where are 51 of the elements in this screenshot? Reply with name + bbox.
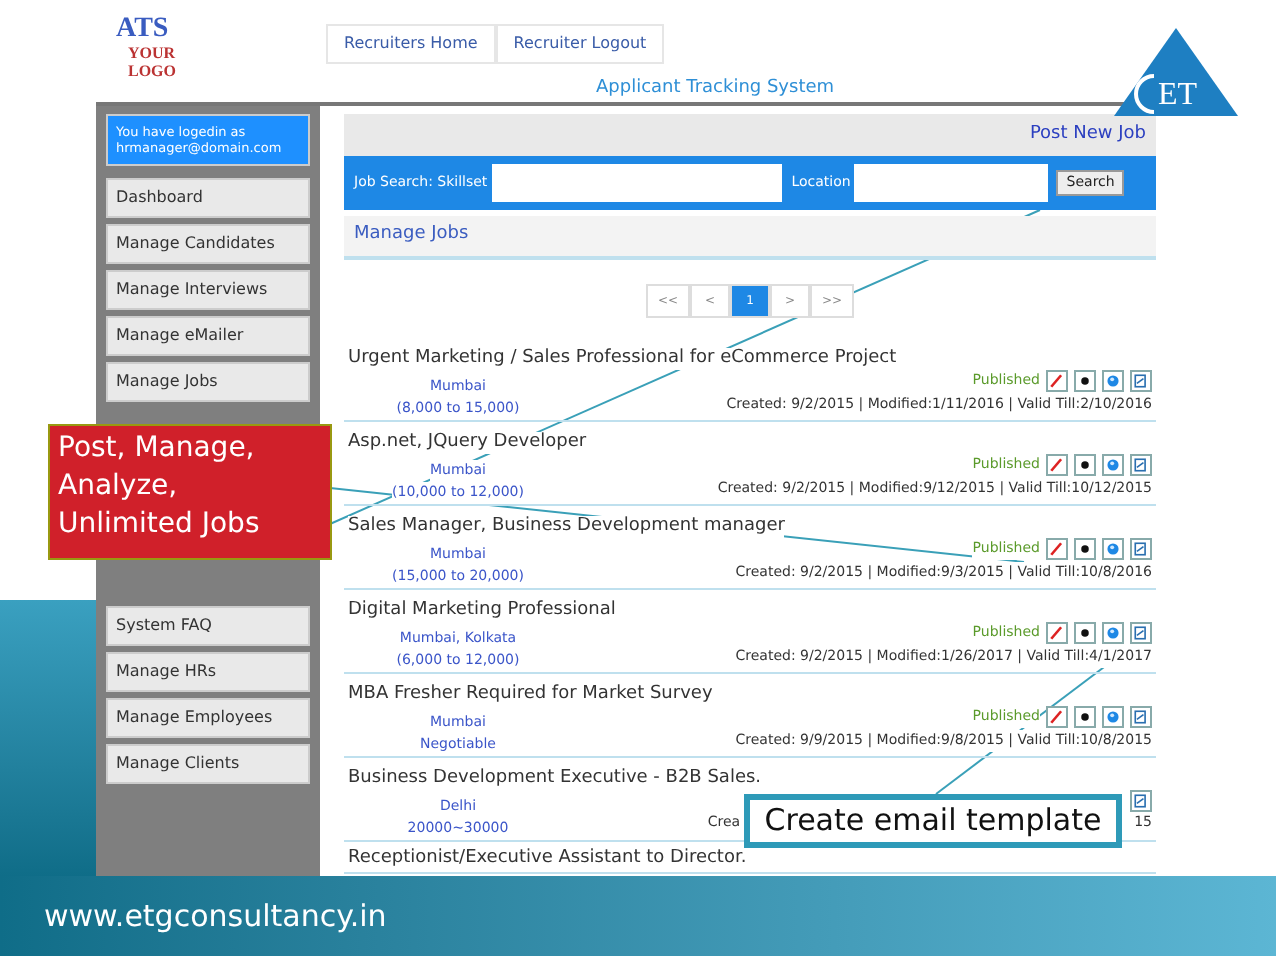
skillset-field[interactable] — [491, 164, 782, 202]
job-title[interactable]: Urgent Marketing / Sales Professional for eCommerce Project — [348, 348, 897, 370]
app-title: Applicant Tracking System — [596, 76, 835, 102]
eye-icon[interactable] — [1074, 622, 1096, 644]
globe-icon[interactable] — [1102, 370, 1124, 392]
eye-icon[interactable] — [1074, 454, 1096, 476]
nav-tab[interactable]: Recruiter Logout — [495, 24, 665, 64]
eye-icon[interactable] — [1074, 538, 1096, 560]
document-icon[interactable] — [1130, 370, 1152, 392]
pencil-icon[interactable] — [1046, 454, 1068, 476]
document-icon[interactable] — [1130, 454, 1152, 476]
job-title[interactable]: Asp.net, JQuery Developer — [348, 432, 587, 454]
globe-icon[interactable] — [1102, 622, 1124, 644]
sidebar-item[interactable]: Manage Clients — [106, 744, 310, 784]
globe-icon[interactable] — [1102, 538, 1124, 560]
sidebar-item[interactable]: Manage Employees — [106, 698, 310, 738]
post-job-link[interactable]: Post New Job — [1029, 121, 1146, 149]
document-icon[interactable] — [1130, 622, 1152, 644]
triangle-logo: ET — [1114, 28, 1238, 116]
globe-icon[interactable] — [1102, 706, 1124, 728]
sidebar-item[interactable]: System FAQ — [106, 606, 310, 646]
pencil-icon[interactable] — [1046, 370, 1068, 392]
sidebar-item[interactable]: Manage eMailer — [106, 316, 310, 356]
website-url: www.etgconsultancy.in — [44, 895, 387, 938]
pencil-icon[interactable] — [1046, 706, 1068, 728]
logo-text: ATS — [116, 16, 169, 44]
job-title[interactable]: Business Development Executive - B2B Sales. — [348, 768, 762, 790]
section-title: Manage Jobs — [354, 222, 469, 249]
eye-icon[interactable] — [1074, 370, 1096, 392]
job-title[interactable]: Digital Marketing Professional — [348, 600, 616, 622]
job-title[interactable]: Receptionist/Executive Assistant to Director. — [348, 848, 747, 870]
sidebar-item[interactable]: Manage HRs — [106, 652, 310, 692]
location-field[interactable] — [854, 164, 1049, 202]
job-title[interactable]: MBA Fresher Required for Market Survey — [348, 684, 713, 706]
document-icon[interactable] — [1130, 706, 1152, 728]
logo-text: LOGO — [126, 62, 177, 80]
document-icon[interactable] — [1130, 790, 1152, 812]
document-icon[interactable] — [1130, 538, 1152, 560]
sidebar-item[interactable]: Manage Interviews — [106, 270, 310, 310]
pencil-icon[interactable] — [1046, 538, 1068, 560]
sidebar-item[interactable]: Dashboard — [106, 178, 310, 218]
job-title[interactable]: Sales Manager, Business Development manager — [348, 516, 785, 538]
logo-text: YOUR — [126, 44, 176, 62]
callout: Post, Manage, Analyze, Unlimited Jobs — [48, 424, 332, 560]
nav-tab[interactable]: Recruiters Home — [326, 24, 496, 64]
pencil-icon[interactable] — [1046, 622, 1068, 644]
sidebar-item[interactable]: Manage Jobs — [106, 362, 310, 402]
eye-icon[interactable] — [1074, 706, 1096, 728]
sidebar-item[interactable]: Manage Candidates — [106, 224, 310, 264]
callout: Create email template — [744, 794, 1122, 848]
globe-icon[interactable] — [1102, 454, 1124, 476]
